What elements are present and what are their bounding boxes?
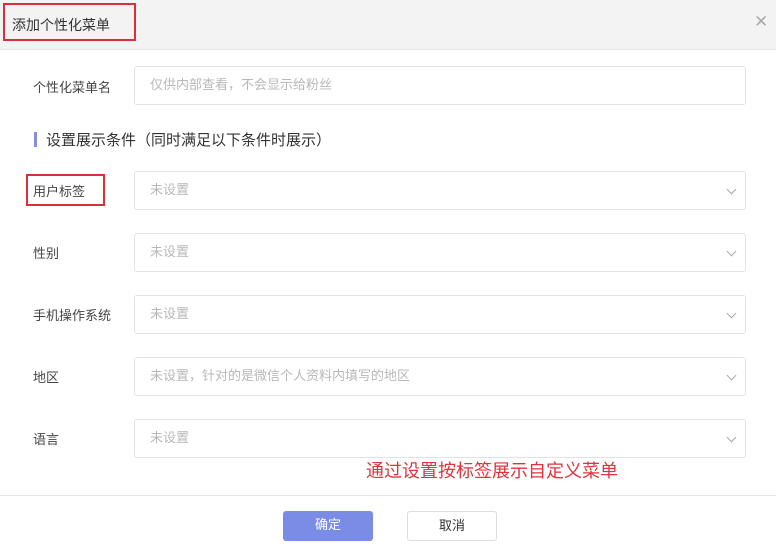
language-select[interactable]: 未设置	[134, 419, 746, 458]
select-value: 未设置	[150, 431, 190, 446]
menu-name-input[interactable]: 仅供内部查看，不会显示给粉丝	[134, 66, 746, 105]
os-select[interactable]: 未设置	[134, 295, 746, 334]
condition-label-gender: 性别	[33, 247, 60, 262]
cancel-button[interactable]: 取消	[407, 511, 497, 541]
chevron-down-icon	[726, 432, 737, 443]
select-value: 未设置	[150, 245, 190, 260]
condition-label-os: 手机操作系统	[33, 309, 112, 324]
select-value: 未设置，针对的是微信个人资料内填写的地区	[150, 369, 411, 384]
chevron-down-icon	[726, 308, 737, 319]
chevron-down-icon	[726, 184, 737, 195]
condition-label-region: 地区	[33, 371, 60, 386]
section-title: 设置展示条件（同时满足以下条件时展示）	[34, 129, 331, 150]
menu-name-label: 个性化菜单名	[33, 81, 112, 96]
region-select[interactable]: 未设置，针对的是微信个人资料内填写的地区	[134, 357, 746, 396]
confirm-button[interactable]: 确定	[283, 511, 373, 541]
close-icon[interactable]: ✕	[754, 12, 768, 32]
title-highlight-box	[3, 3, 136, 41]
condition-label-language: 语言	[33, 433, 60, 448]
select-value: 未设置	[150, 307, 190, 322]
select-value: 未设置	[150, 183, 190, 198]
annotation-text: 通过设置按标签展示自定义菜单	[366, 461, 618, 482]
chevron-down-icon	[726, 370, 737, 381]
gender-select[interactable]: 未设置	[134, 233, 746, 272]
chevron-down-icon	[726, 246, 737, 257]
user-tag-select[interactable]: 未设置	[134, 171, 746, 210]
footer-divider	[0, 495, 776, 496]
user-tag-highlight-box	[26, 174, 105, 206]
